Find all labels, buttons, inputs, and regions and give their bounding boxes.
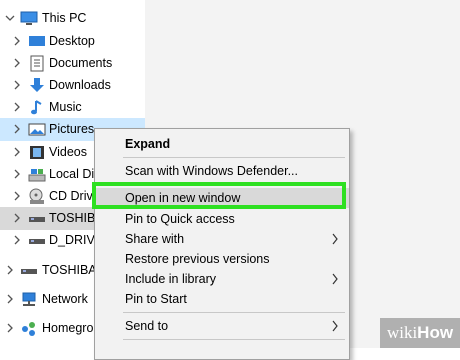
nav-item-label: Homegrou (42, 321, 101, 335)
chevron-right-icon[interactable] (12, 212, 22, 224)
documents-icon (28, 55, 46, 72)
nav-item-label: Local Dis (49, 167, 101, 181)
nav-item-label: Music (49, 100, 82, 114)
chevron-right-icon[interactable] (12, 35, 22, 47)
chevron-right-icon[interactable] (12, 168, 22, 180)
menu-item-label: Expand (125, 137, 171, 151)
drive-icon (28, 232, 46, 249)
highlight-box (92, 182, 346, 209)
menu-item-label: Send to (125, 319, 169, 333)
nav-item-desktop[interactable]: Desktop (0, 30, 145, 53)
menu-item-label: Scan with Windows Defender... (125, 164, 298, 178)
menu-item-pin-start[interactable]: Pin to Start (95, 289, 349, 309)
nav-item-label: Pictures (49, 122, 95, 136)
videos-icon (28, 144, 46, 161)
network-icon (20, 291, 38, 308)
menu-item-send-to[interactable]: Send to (95, 316, 349, 336)
cd-drive-icon (28, 188, 46, 205)
monitor-icon (20, 10, 38, 27)
nav-item-music[interactable]: Music (0, 96, 145, 119)
menu-item-label: Pin to Start (125, 292, 187, 306)
menu-item-include-library[interactable]: Include in library (95, 269, 349, 289)
usb-drive-icon (28, 210, 46, 227)
chevron-right-icon[interactable] (12, 57, 22, 69)
chevron-right-icon[interactable] (12, 101, 22, 113)
context-menu: Expand Scan with Windows Defender... Ope… (94, 128, 350, 360)
desktop-folder-icon (28, 33, 46, 50)
chevron-down-icon[interactable] (5, 12, 15, 24)
menu-item-label: Restore previous versions (125, 252, 270, 266)
watermark-suffix: How (417, 323, 454, 342)
watermark-prefix: wiki (386, 323, 418, 342)
menu-item-label: Include in library (125, 272, 217, 286)
nav-item-label: Network (42, 292, 88, 306)
menu-item-label: Share with (125, 232, 185, 246)
music-icon (28, 99, 46, 116)
chevron-right-icon[interactable] (5, 293, 15, 305)
menu-item-scan-defender[interactable]: Scan with Windows Defender... (95, 161, 349, 181)
chevron-right-icon[interactable] (12, 123, 22, 135)
pictures-icon (28, 121, 46, 138)
chevron-right-icon[interactable] (5, 264, 15, 276)
local-disk-icon (28, 166, 46, 183)
chevron-right-icon (331, 233, 339, 248)
menu-item-expand[interactable]: Expand (95, 134, 349, 154)
menu-separator (123, 312, 345, 313)
menu-item-share-with[interactable]: Share with (95, 229, 349, 249)
nav-item-label: Videos (49, 145, 87, 159)
usb-drive-icon (20, 262, 38, 279)
nav-item-label: This PC (42, 11, 87, 25)
menu-separator (123, 339, 345, 340)
nav-item-downloads[interactable]: Downloads (0, 74, 145, 97)
menu-item-label: Pin to Quick access (125, 212, 235, 226)
menu-item-restore-versions[interactable]: Restore previous versions (95, 249, 349, 269)
chevron-right-icon[interactable] (5, 322, 15, 334)
nav-item-label: Documents (49, 56, 113, 70)
chevron-right-icon (331, 273, 339, 288)
wikihow-watermark: wiki How (380, 318, 460, 348)
nav-item-label: Desktop (49, 34, 95, 48)
chevron-right-icon (331, 320, 339, 335)
downloads-icon (28, 77, 46, 94)
chevron-right-icon[interactable] (12, 146, 22, 158)
menu-separator (123, 157, 345, 158)
menu-item-pin-quick-access[interactable]: Pin to Quick access (95, 209, 349, 229)
nav-item-label: Downloads (49, 78, 111, 92)
homegroup-icon (20, 320, 38, 337)
nav-item-this-pc[interactable]: This PC (0, 7, 145, 30)
chevron-right-icon[interactable] (12, 79, 22, 91)
chevron-right-icon[interactable] (12, 190, 22, 202)
nav-item-documents[interactable]: Documents (0, 52, 145, 75)
chevron-right-icon[interactable] (12, 234, 22, 246)
